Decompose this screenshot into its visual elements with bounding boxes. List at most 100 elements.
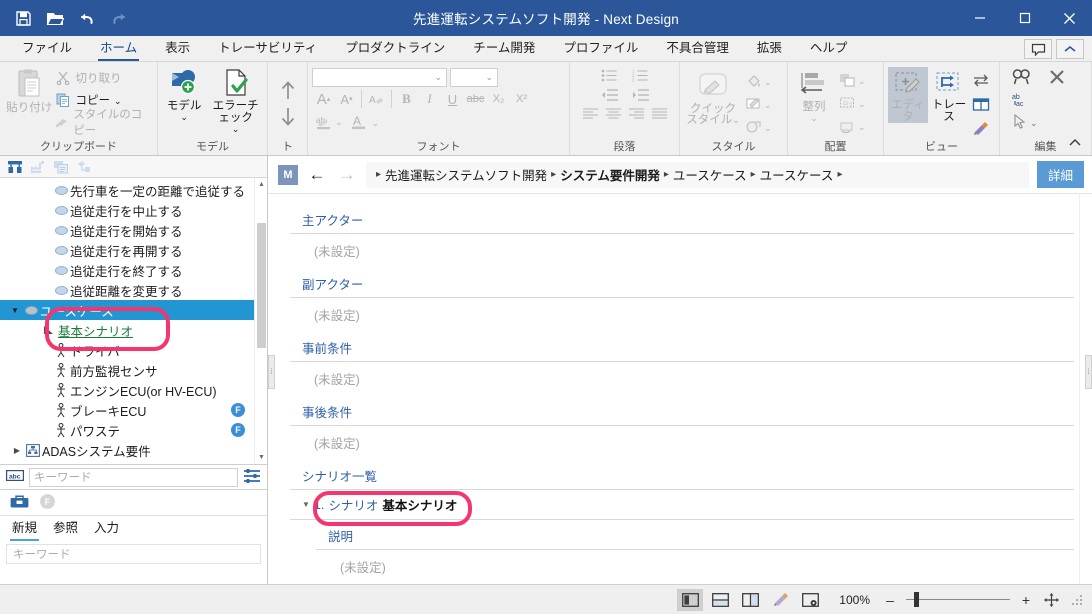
twisty-expanded-icon[interactable]: ▼	[8, 306, 22, 315]
feedback-balloon-icon[interactable]	[1024, 39, 1052, 59]
zoom-slider[interactable]	[906, 592, 1010, 607]
tree-item-0[interactable]: 先行車を一定の距離で追従する	[0, 180, 267, 200]
increase-indent-icon[interactable]	[632, 89, 649, 104]
breadcrumb-item-0[interactable]: 先進運転システムソフト開発	[385, 165, 547, 184]
model-button[interactable]: モデル ⌄	[162, 64, 206, 122]
close-editor-icon[interactable]	[1049, 69, 1065, 88]
model-tree[interactable]: 先行車を一定の距離で追従する 追従走行を中止する 追従走行を開始する 追従走行を…	[0, 178, 267, 464]
cut-button[interactable]: 切り取り	[55, 67, 153, 89]
scrollbar-thumb[interactable]	[257, 223, 266, 348]
tree-item-3[interactable]: 追従走行を再開する	[0, 240, 267, 260]
toolbox-icon[interactable]	[10, 494, 29, 512]
field-value-postcondition[interactable]: (未設定)	[290, 426, 1074, 462]
detail-button[interactable]: 詳細	[1036, 161, 1084, 188]
align-left-icon[interactable]	[582, 108, 598, 122]
layout-vertical-split-icon[interactable]	[737, 589, 763, 611]
zoom-out-button[interactable]: –	[880, 592, 900, 608]
align-right-icon[interactable]	[628, 108, 644, 122]
link-tree-icon[interactable]	[74, 158, 94, 176]
paint-icon[interactable]	[767, 589, 793, 611]
tree-item-5[interactable]: 追従距離を変更する	[0, 280, 267, 300]
select-pointer-icon[interactable]	[1012, 113, 1028, 132]
scenario-row[interactable]: ▼ 1. シナリオ 基本シナリオ	[290, 490, 1074, 519]
abc-filter-icon[interactable]: abc	[6, 468, 24, 486]
collapse-ribbon-icon[interactable]	[1056, 39, 1084, 59]
tree-item-12[interactable]: パワステ F	[0, 420, 267, 440]
swap-view-icon[interactable]	[970, 69, 992, 91]
paste-button[interactable]: 貼り付け	[4, 64, 55, 114]
error-check-button[interactable]: エラーチェック ⌄	[208, 64, 263, 134]
theme-icon[interactable]	[970, 117, 992, 139]
italic-button[interactable]: I	[418, 88, 441, 110]
strikethrough-button[interactable]: abc	[464, 88, 487, 110]
chevron-down-icon[interactable]: ⌄	[372, 118, 380, 127]
decrease-indent-icon[interactable]	[601, 89, 618, 104]
editor-scrollbar[interactable]	[1079, 194, 1092, 584]
quick-style-button[interactable]: クイック スタイル⌄	[684, 68, 742, 126]
tree-item-basic-scenario[interactable]: 基本シナリオ	[0, 320, 267, 340]
tab-input[interactable]: 入力	[94, 517, 119, 541]
chevron-down-icon[interactable]: ⌄	[180, 113, 188, 122]
split-view-icon[interactable]	[970, 93, 992, 115]
tree-item-4[interactable]: 追従走行を終了する	[0, 260, 267, 280]
font-name-select[interactable]: ⌄	[312, 68, 447, 87]
superscript-button[interactable]: X²	[510, 88, 533, 110]
right-splitter-handle[interactable]: ⁞	[1085, 355, 1092, 389]
subscript-button[interactable]: X₂	[487, 88, 510, 110]
minimize-button[interactable]	[957, 0, 1002, 36]
scroll-up-icon[interactable]: ▲	[255, 178, 267, 191]
back-button[interactable]: ←	[306, 164, 328, 186]
model-navigator-icon[interactable]	[5, 158, 25, 176]
field-value-secondary-actor[interactable]: (未設定)	[290, 298, 1074, 334]
twisty-expanded-icon[interactable]: ▼	[302, 500, 310, 509]
ribbon-tab-extension[interactable]: 拡張	[743, 36, 796, 61]
underline-button[interactable]: U	[441, 88, 464, 110]
ribbon-tab-productline[interactable]: プロダクトライン	[331, 36, 459, 61]
tree-scrollbar[interactable]: ▲ ▼	[254, 178, 267, 464]
ribbon-tab-home[interactable]: ホーム	[86, 36, 151, 61]
f-badge-icon[interactable]: F	[39, 493, 56, 513]
breadcrumb-item-2[interactable]: ユースケース	[673, 165, 747, 184]
keyword-input[interactable]: キーワード	[29, 467, 238, 487]
bring-forward-icon[interactable]	[836, 69, 858, 91]
tree-item-2[interactable]: 追従走行を開始する	[0, 220, 267, 240]
align-center-icon[interactable]	[605, 108, 621, 122]
align-button[interactable]: 整列 ⌄	[792, 67, 836, 123]
chevron-down-icon[interactable]: ⌄	[232, 125, 240, 134]
settings-view-icon[interactable]	[797, 589, 823, 611]
close-button[interactable]	[1047, 0, 1092, 36]
group-objects-icon[interactable]: ロっ	[836, 92, 858, 114]
copy-tree-icon[interactable]	[51, 158, 71, 176]
move-down-icon[interactable]	[279, 106, 297, 131]
breadcrumb-item-1[interactable]: システム要件開発	[560, 165, 660, 184]
twisty-collapsed-icon[interactable]: ▶	[10, 446, 24, 455]
tab-new[interactable]: 新規	[9, 517, 40, 541]
tree-item-1[interactable]: 追従走行を中止する	[0, 200, 267, 220]
left-splitter-handle[interactable]: ⁞	[268, 355, 275, 389]
ribbon-collapse-chevron-icon[interactable]	[1064, 133, 1086, 151]
line-style-icon[interactable]	[742, 93, 764, 115]
font-size-select[interactable]: ⌄	[450, 68, 498, 87]
save-icon[interactable]	[8, 4, 38, 32]
font-color-icon[interactable]: A	[347, 111, 370, 133]
layout-horizontal-split-icon[interactable]	[707, 589, 733, 611]
fill-color-icon[interactable]	[742, 70, 764, 92]
chevron-down-icon[interactable]: ⌄	[114, 96, 122, 105]
chevron-down-icon[interactable]: ⌄	[335, 118, 343, 127]
ribbon-tab-file[interactable]: ファイル	[8, 36, 86, 61]
align-justify-icon[interactable]	[651, 108, 667, 122]
bold-button[interactable]: B	[395, 88, 418, 110]
shape-effects-icon[interactable]	[742, 116, 764, 138]
replace-icon[interactable]: ab ac	[1012, 91, 1031, 111]
ribbon-tab-profile[interactable]: プロファイル	[549, 36, 652, 61]
field-value-description[interactable]: (未設定)	[290, 550, 1074, 576]
factory-icon[interactable]	[28, 158, 48, 176]
forward-button[interactable]: →	[336, 164, 358, 186]
editor-view-button[interactable]: エディタ	[888, 67, 928, 123]
zoom-in-button[interactable]: +	[1016, 592, 1036, 608]
ribbon-tab-teamdev[interactable]: チーム開発	[459, 36, 549, 61]
trace-view-button[interactable]: トレース	[928, 67, 970, 123]
tree-item-usecase-selected[interactable]: ▼ ユースケース	[0, 300, 267, 320]
tree-item-11[interactable]: ブレーキECU F	[0, 400, 267, 420]
copy-style-button[interactable]: スタイルのコピー	[55, 109, 153, 137]
